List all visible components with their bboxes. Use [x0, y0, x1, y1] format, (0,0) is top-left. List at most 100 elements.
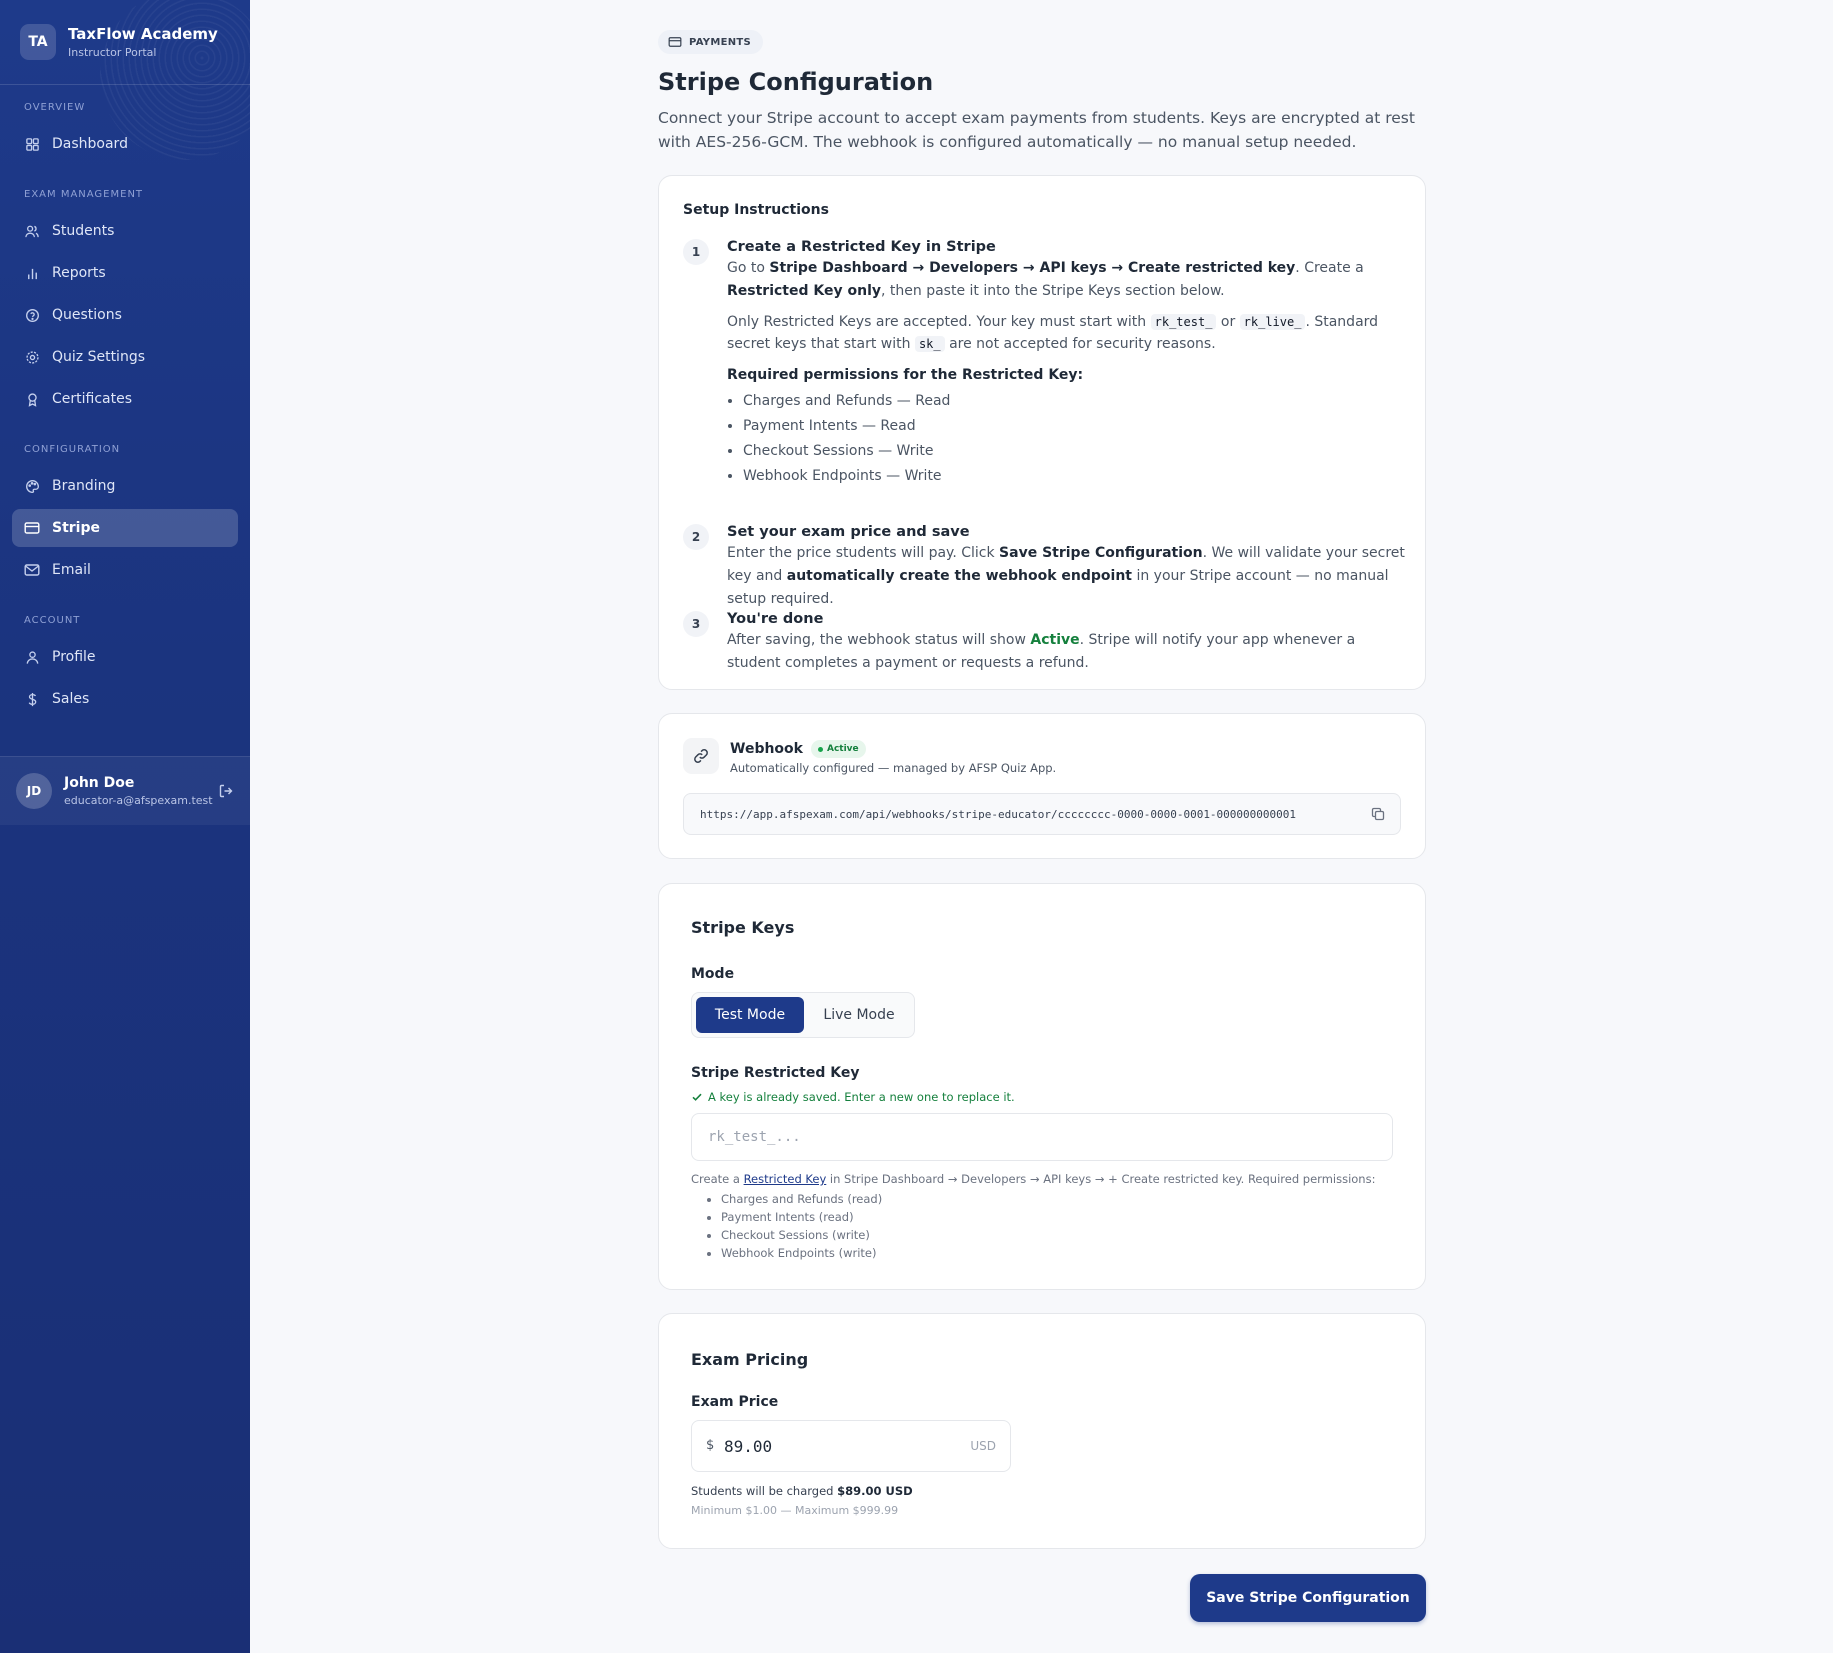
- step-number: 3: [683, 611, 709, 637]
- help-circle-icon: [24, 307, 40, 323]
- credit-card-icon: [24, 520, 40, 536]
- mail-icon: [24, 562, 40, 578]
- pill-label: PAYMENTS: [689, 36, 752, 48]
- key-saved-note: A key is already saved. Enter a new one …: [691, 1090, 1015, 1104]
- stripe-keys-card: Stripe Keys Mode Test Mode Live Mode Str…: [658, 883, 1426, 1290]
- test-mode-button[interactable]: Test Mode: [696, 997, 804, 1033]
- sidebar-item-label: Sales: [52, 691, 90, 707]
- list-item: Checkout Sessions (write): [721, 1226, 882, 1244]
- sidebar-item-profile[interactable]: Profile: [12, 638, 238, 676]
- restricted-key-link[interactable]: Restricted Key: [744, 1172, 827, 1186]
- step-number: 2: [683, 524, 709, 550]
- sidebar-item-questions[interactable]: Questions: [12, 296, 238, 334]
- users-icon: [24, 223, 40, 239]
- sidebar-item-reports[interactable]: Reports: [12, 254, 238, 292]
- main-content: PAYMENTS Stripe Configuration Connect yo…: [658, 30, 1426, 1549]
- permissions-list: Charges and Refunds — Read Payment Inten…: [743, 389, 1407, 489]
- price-label: Exam Price: [691, 1394, 779, 1410]
- webhook-card: Webhook Active Automatically configured …: [658, 713, 1426, 859]
- currency-unit: USD: [970, 1439, 996, 1453]
- status-badge: Active: [810, 740, 866, 758]
- user-icon: [24, 649, 40, 665]
- code-rk-test: rk_test_: [1150, 314, 1217, 330]
- section-pill: PAYMENTS: [658, 30, 764, 54]
- logout-icon[interactable]: [218, 783, 234, 803]
- brand-avatar: TA: [20, 24, 56, 60]
- sidebar-item-label: Reports: [52, 265, 106, 281]
- user-profile: JD John Doe educator-a@afspexam.test: [0, 757, 250, 825]
- step-text: After saving, the webhook status will sh…: [727, 632, 1356, 671]
- bar-chart-icon: [24, 265, 40, 281]
- sidebar-item-sales[interactable]: Sales: [12, 680, 238, 718]
- key-label: Stripe Restricted Key: [691, 1065, 860, 1081]
- link-icon: [683, 738, 719, 774]
- award-icon: [24, 391, 40, 407]
- nav-section-configuration: CONFIGURATION: [24, 444, 121, 455]
- card-title: Exam Pricing: [691, 1350, 809, 1369]
- step-note: Only Restricted Keys are accepted. Your …: [727, 314, 1379, 352]
- sidebar-item-certificates[interactable]: Certificates: [12, 380, 238, 418]
- card-title: Setup Instructions: [683, 202, 829, 218]
- sidebar-item-label: Profile: [52, 649, 96, 665]
- sidebar-item-branding[interactable]: Branding: [12, 467, 238, 505]
- page-description: Connect your Stripe account to accept ex…: [658, 109, 1415, 151]
- sidebar-item-dashboard[interactable]: Dashboard: [12, 125, 238, 163]
- webhook-subtitle: Automatically configured — managed by AF…: [730, 761, 1057, 775]
- sidebar: TA TaxFlow Academy Instructor Portal OVE…: [0, 0, 250, 1653]
- key-help-text: Create a Restricted Key in Stripe Dashbo…: [691, 1172, 1376, 1186]
- nav-section-account: ACCOUNT: [24, 615, 81, 626]
- save-stripe-configuration-button[interactable]: Save Stripe Configuration: [1190, 1574, 1426, 1622]
- copy-icon[interactable]: [1370, 806, 1386, 825]
- list-item: Checkout Sessions — Write: [743, 439, 1407, 464]
- step-title: You're done: [727, 611, 824, 627]
- sidebar-item-label: Certificates: [52, 391, 133, 407]
- avatar: JD: [16, 773, 52, 809]
- nav-section-exam: EXAM MANAGEMENT: [24, 189, 144, 200]
- webhook-url-field[interactable]: https://app.afspexam.com/api/webhooks/st…: [683, 793, 1401, 835]
- user-name: John Doe: [64, 775, 135, 791]
- step-title: Set your exam price and save: [727, 524, 970, 540]
- sidebar-item-label: Branding: [52, 478, 116, 494]
- sidebar-item-stripe[interactable]: Stripe: [12, 509, 238, 547]
- check-icon: [692, 1093, 702, 1101]
- step-text: Go to Stripe Dashboard → Developers → AP…: [727, 260, 1364, 299]
- permissions-title: Required permissions for the Restricted …: [727, 367, 1084, 383]
- brand[interactable]: TA TaxFlow Academy Instructor Portal: [20, 24, 218, 60]
- restricted-key-input[interactable]: [691, 1113, 1393, 1161]
- webhook-title: Webhook Active: [730, 740, 866, 758]
- list-item: Payment Intents (read): [721, 1208, 882, 1226]
- price-range-note: Minimum $1.00 — Maximum $999.99: [691, 1504, 899, 1517]
- divider: [0, 84, 250, 85]
- sidebar-item-students[interactable]: Students: [12, 212, 238, 250]
- sidebar-item-label: Quiz Settings: [52, 349, 146, 365]
- sidebar-item-label: Questions: [52, 307, 122, 323]
- nav-section-overview: OVERVIEW: [24, 102, 86, 113]
- credit-card-icon: [668, 37, 682, 47]
- brand-title: TaxFlow Academy: [68, 25, 218, 43]
- dollar-icon: [24, 691, 40, 707]
- mode-toggle: Test Mode Live Mode: [691, 992, 915, 1038]
- list-item: Charges and Refunds (read): [721, 1190, 882, 1208]
- grid-icon: [24, 136, 40, 152]
- step-number: 1: [683, 239, 709, 265]
- exam-pricing-card: Exam Pricing Exam Price $ USD Students w…: [658, 1313, 1426, 1549]
- list-item: Payment Intents — Read: [743, 414, 1407, 439]
- sidebar-item-label: Stripe: [52, 520, 100, 536]
- list-item: Webhook Endpoints (write): [721, 1244, 882, 1262]
- list-item: Webhook Endpoints — Write: [743, 464, 1407, 489]
- step-text: Enter the price students will pay. Click…: [727, 545, 1405, 607]
- key-permissions-list: Charges and Refunds (read) Payment Inten…: [721, 1190, 882, 1262]
- charged-note: Students will be charged $89.00 USD: [691, 1484, 913, 1498]
- page-title: Stripe Configuration: [658, 68, 934, 96]
- brand-subtitle: Instructor Portal: [68, 46, 157, 59]
- gear-icon: [24, 349, 40, 365]
- sidebar-item-label: Dashboard: [52, 136, 128, 152]
- sidebar-item-label: Email: [52, 562, 91, 578]
- sidebar-item-email[interactable]: Email: [12, 551, 238, 589]
- exam-price-input[interactable]: [724, 1431, 944, 1461]
- list-item: Charges and Refunds — Read: [743, 389, 1407, 414]
- currency-symbol: $: [706, 1438, 715, 1453]
- code-sk: sk_: [914, 336, 945, 352]
- live-mode-button[interactable]: Live Mode: [807, 997, 911, 1033]
- sidebar-item-quiz-settings[interactable]: Quiz Settings: [12, 338, 238, 376]
